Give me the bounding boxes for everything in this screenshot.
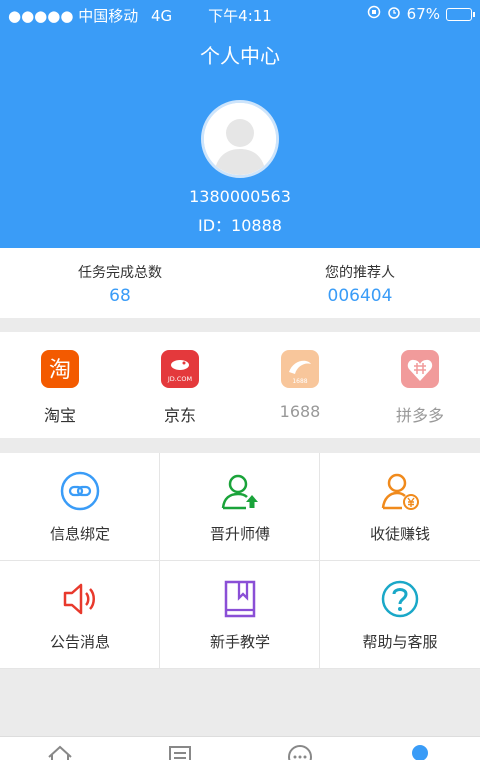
menu-tutorial[interactable]: 新手教学 [160,561,320,669]
stats-panel: 任务完成总数 68 您的推荐人 006404 [0,248,480,318]
tab-messages[interactable] [240,737,360,760]
tasks-label: 任务完成总数 [78,265,162,281]
alarm-icon [387,5,401,23]
platform-pinduoduo[interactable]: 拼多多 [360,332,480,438]
profile-icon [412,745,428,760]
page-title: 个人中心 [200,44,280,68]
menu-label: 新手教学 [209,633,270,651]
tasks-stat[interactable]: 任务完成总数 68 [0,248,240,318]
menu-recruit-earn[interactable]: 收徒赚钱 [320,453,480,561]
platform-label: 拼多多 [395,406,444,425]
menu-promote-master[interactable]: 晋升师傅 [160,453,320,561]
menu-label: 帮助与客服 [362,633,438,651]
menu-label: 公告消息 [49,633,110,651]
menu-label: 晋升师傅 [209,525,270,543]
referrer-stat[interactable]: 您的推荐人 006404 [240,248,480,318]
menu-grid: 信息绑定 晋升师傅 收徒赚钱 公告消息 新手教学 帮助与客服 [0,453,480,669]
speaker-icon [60,579,100,619]
home-icon [48,745,72,760]
user-upgrade-icon [220,471,260,511]
chat-icon [288,745,312,760]
battery-percent: 67% [406,5,440,23]
bottom-tab-bar [0,736,480,760]
menu-help-support[interactable]: 帮助与客服 [320,561,480,669]
tab-home[interactable] [0,737,120,760]
book-icon [220,579,260,619]
profile-header: ●●●●● 中国移动 4G 下午4:11 67% 个人中心 1380000563… [0,0,480,248]
user-id: ID：10888 [198,216,282,235]
status-icons: 67% [367,5,475,23]
tab-profile[interactable] [360,737,480,760]
platform-label: 1688 [279,402,321,421]
default-avatar-icon [204,103,276,175]
jd-icon: JD.COM [161,350,199,388]
platform-taobao[interactable]: 淘 淘宝 [0,332,120,438]
platform-label: 淘宝 [43,406,76,425]
user-money-icon [380,471,420,511]
referrer-label: 您的推荐人 [325,265,395,281]
svg-text:淘: 淘 [49,358,71,383]
task-list-icon [169,746,191,760]
referrer-value: 006404 [327,286,393,306]
svg-text:JD.COM: JD.COM [167,375,192,383]
rotation-lock-icon [367,5,381,23]
svg-text:1688: 1688 [292,378,307,385]
user-phone: 1380000563 [189,187,291,206]
taobao-icon: 淘 [41,350,79,388]
menu-label: 信息绑定 [49,525,110,543]
menu-label: 收徒赚钱 [369,525,430,543]
platform-row: 淘 淘宝 JD.COM 京东 1688 1688 拼多多 [0,332,480,438]
status-bar: ●●●●● 中国移动 4G 下午4:11 67% [0,0,480,28]
menu-info-binding[interactable]: 信息绑定 [0,453,160,561]
help-icon [380,579,420,619]
menu-announcements[interactable]: 公告消息 [0,561,160,669]
link-icon [60,471,100,511]
platform-1688[interactable]: 1688 1688 [240,332,360,438]
platform-jd[interactable]: JD.COM 京东 [120,332,240,438]
pinduoduo-icon [401,350,439,388]
battery-icon [446,7,475,21]
tasks-value: 68 [109,286,131,306]
tab-tasks[interactable] [120,737,240,760]
platform-label: 京东 [163,406,196,425]
avatar[interactable] [201,100,279,178]
alibaba-1688-icon: 1688 [281,350,319,388]
